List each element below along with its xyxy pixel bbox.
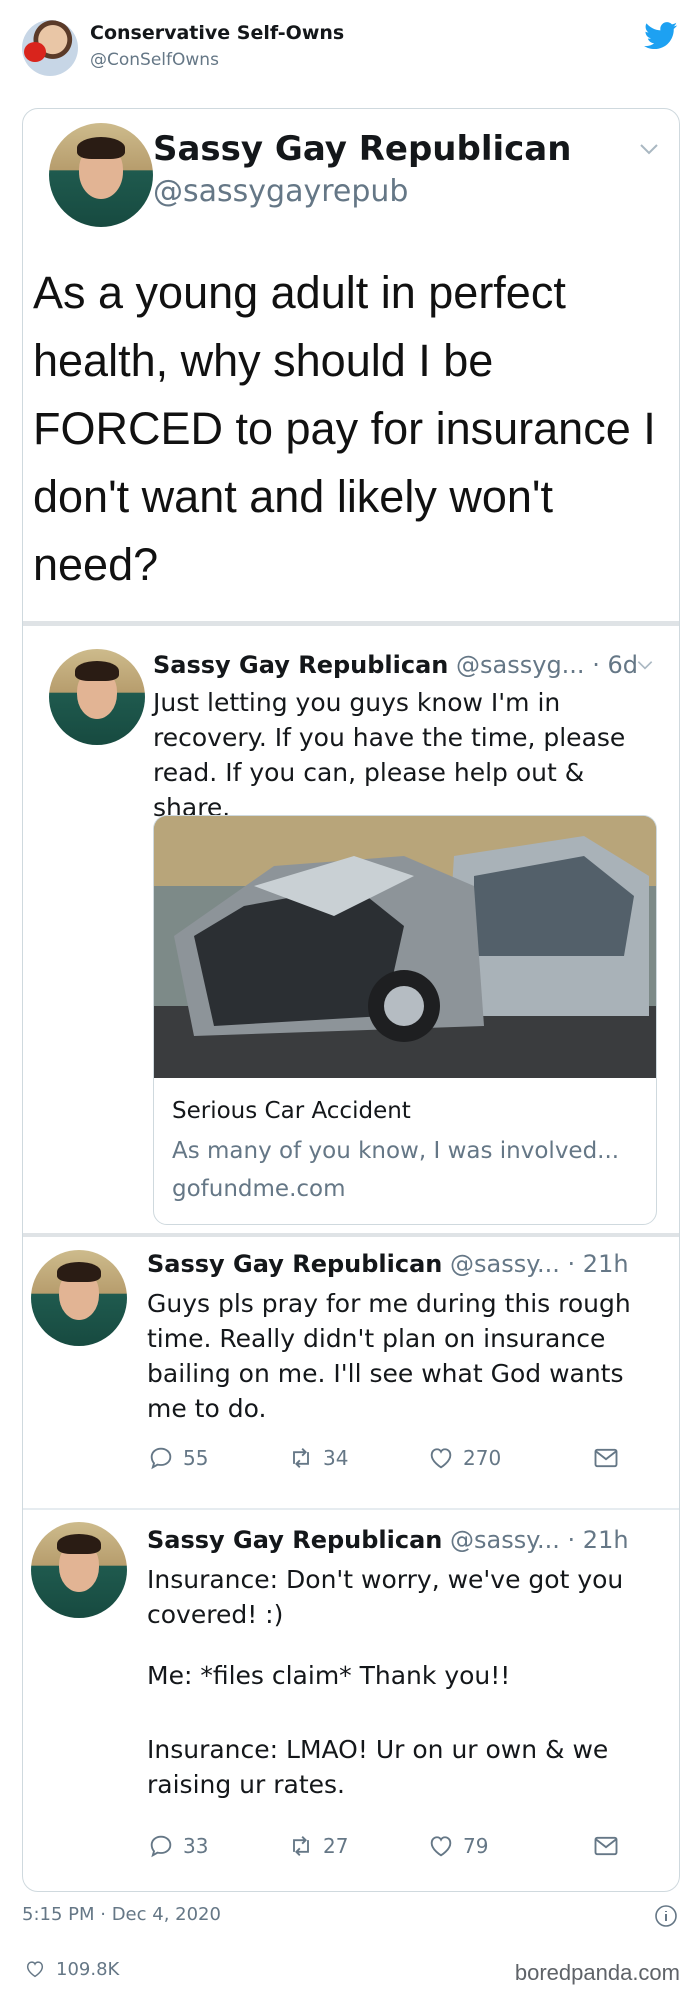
link-card-description: As many of you know, I was involved... <box>172 1138 620 1164</box>
link-card-domain: gofundme.com <box>172 1176 346 1202</box>
retweet-icon <box>293 1836 309 1856</box>
original-tweet: Sassy Gay Republican @sassygayrepub As a… <box>23 109 679 621</box>
share-mail-icon <box>594 1836 618 1856</box>
reply-3-handle[interactable]: @sassy... <box>450 1526 560 1554</box>
like-count: 79 <box>463 1834 489 1858</box>
reply-2-handle[interactable]: @sassy... <box>450 1250 560 1278</box>
account-avatar[interactable] <box>22 20 78 76</box>
total-likes: 109.8K <box>56 1958 120 1980</box>
reply-1-handle[interactable]: @sassyg... <box>456 651 585 679</box>
like-button[interactable]: 79 <box>427 1830 488 1862</box>
tweet-timestamp[interactable]: 5:15 PM · Dec 4, 2020 <box>22 1904 221 1925</box>
retweet-button[interactable]: 27 <box>287 1830 348 1862</box>
reply-3-actions: 33 27 79 <box>147 1830 627 1862</box>
share-button[interactable] <box>592 1442 620 1474</box>
reply-count: 55 <box>183 1446 209 1470</box>
reply-tweet-2[interactable]: Sassy Gay Republican @sassy... · 21h Guy… <box>23 1236 679 1506</box>
reply-3-line-3: Insurance: LMAO! Ur on ur own & we raisi… <box>147 1735 609 1799</box>
reply-2-header: Sassy Gay Republican @sassy... · 21h <box>147 1250 629 1278</box>
retweet-count: 34 <box>323 1446 349 1470</box>
reply-3-name[interactable]: Sassy Gay Republican <box>147 1526 442 1554</box>
chevron-down-icon[interactable] <box>637 137 661 161</box>
watermark: boredpanda.com <box>514 1960 680 1985</box>
account-handle[interactable]: @ConSelfOwns <box>90 50 219 70</box>
original-tweet-name[interactable]: Sassy Gay Republican <box>153 129 571 169</box>
original-tweet-handle[interactable]: @sassygayrepub <box>153 174 408 209</box>
twitter-bird-icon[interactable] <box>644 22 678 50</box>
tweet-like-total[interactable]: 109.8K <box>24 1958 119 1980</box>
reply-3-line-1: Insurance: Don't worry, we've got you co… <box>147 1565 624 1629</box>
reply-2-time[interactable]: · 21h <box>568 1250 629 1278</box>
reply-1-header: Sassy Gay Republican @sassyg... · 6d <box>153 651 638 679</box>
reply-2-text: Guys pls pray for me during this rough t… <box>147 1289 631 1423</box>
reply-button[interactable]: 33 <box>147 1830 208 1862</box>
reply-icon <box>150 1835 172 1858</box>
reply-1-time[interactable]: · 6d <box>592 651 638 679</box>
reply-1-name[interactable]: Sassy Gay Republican <box>153 651 448 679</box>
heart-icon <box>430 1836 452 1857</box>
sassy-avatar[interactable] <box>31 1522 127 1618</box>
divider <box>23 1508 679 1510</box>
reply-1-text: Just letting you guys know I'm in recove… <box>153 688 626 822</box>
share-button[interactable] <box>592 1830 620 1862</box>
divider <box>23 621 679 626</box>
retweet-icon <box>293 1448 309 1468</box>
reply-tweet-3[interactable]: Sassy Gay Republican @sassy... · 21h Ins… <box>23 1512 679 1891</box>
reply-button[interactable]: 55 <box>147 1442 208 1474</box>
link-card[interactable]: Serious Car Accident As many of you know… <box>153 815 657 1225</box>
sassy-avatar[interactable] <box>31 1250 127 1346</box>
account-name[interactable]: Conservative Self-Owns <box>90 22 344 44</box>
sassy-avatar[interactable] <box>49 123 153 227</box>
retweet-count: 27 <box>323 1834 349 1858</box>
reply-3-line-2: Me: *files claim* Thank you!! <box>147 1661 511 1690</box>
share-mail-icon <box>594 1448 618 1468</box>
like-button[interactable]: 270 <box>427 1442 501 1474</box>
reply-2-actions: 55 34 270 <box>147 1442 627 1474</box>
reply-icon <box>150 1447 172 1470</box>
heart-icon <box>430 1448 452 1469</box>
embedded-screenshot: Sassy Gay Republican @sassygayrepub As a… <box>22 108 680 1892</box>
reply-count: 33 <box>183 1834 209 1858</box>
like-count: 270 <box>463 1446 502 1470</box>
link-card-title[interactable]: Serious Car Accident <box>172 1098 411 1124</box>
sassy-avatar[interactable] <box>49 649 145 745</box>
chevron-down-icon[interactable] <box>635 655 655 675</box>
retweet-button[interactable]: 34 <box>287 1442 348 1474</box>
car-accident-image <box>154 816 656 1078</box>
reply-3-header: Sassy Gay Republican @sassy... · 21h <box>147 1526 629 1554</box>
reply-2-name[interactable]: Sassy Gay Republican <box>147 1250 442 1278</box>
tweet-header: Conservative Self-Owns @ConSelfOwns <box>0 0 700 96</box>
reply-3-time[interactable]: · 21h <box>568 1526 629 1554</box>
original-tweet-text: As a young adult in perfect health, why … <box>33 267 656 590</box>
info-icon[interactable] <box>654 1904 678 1928</box>
heart-icon <box>26 1961 44 1978</box>
